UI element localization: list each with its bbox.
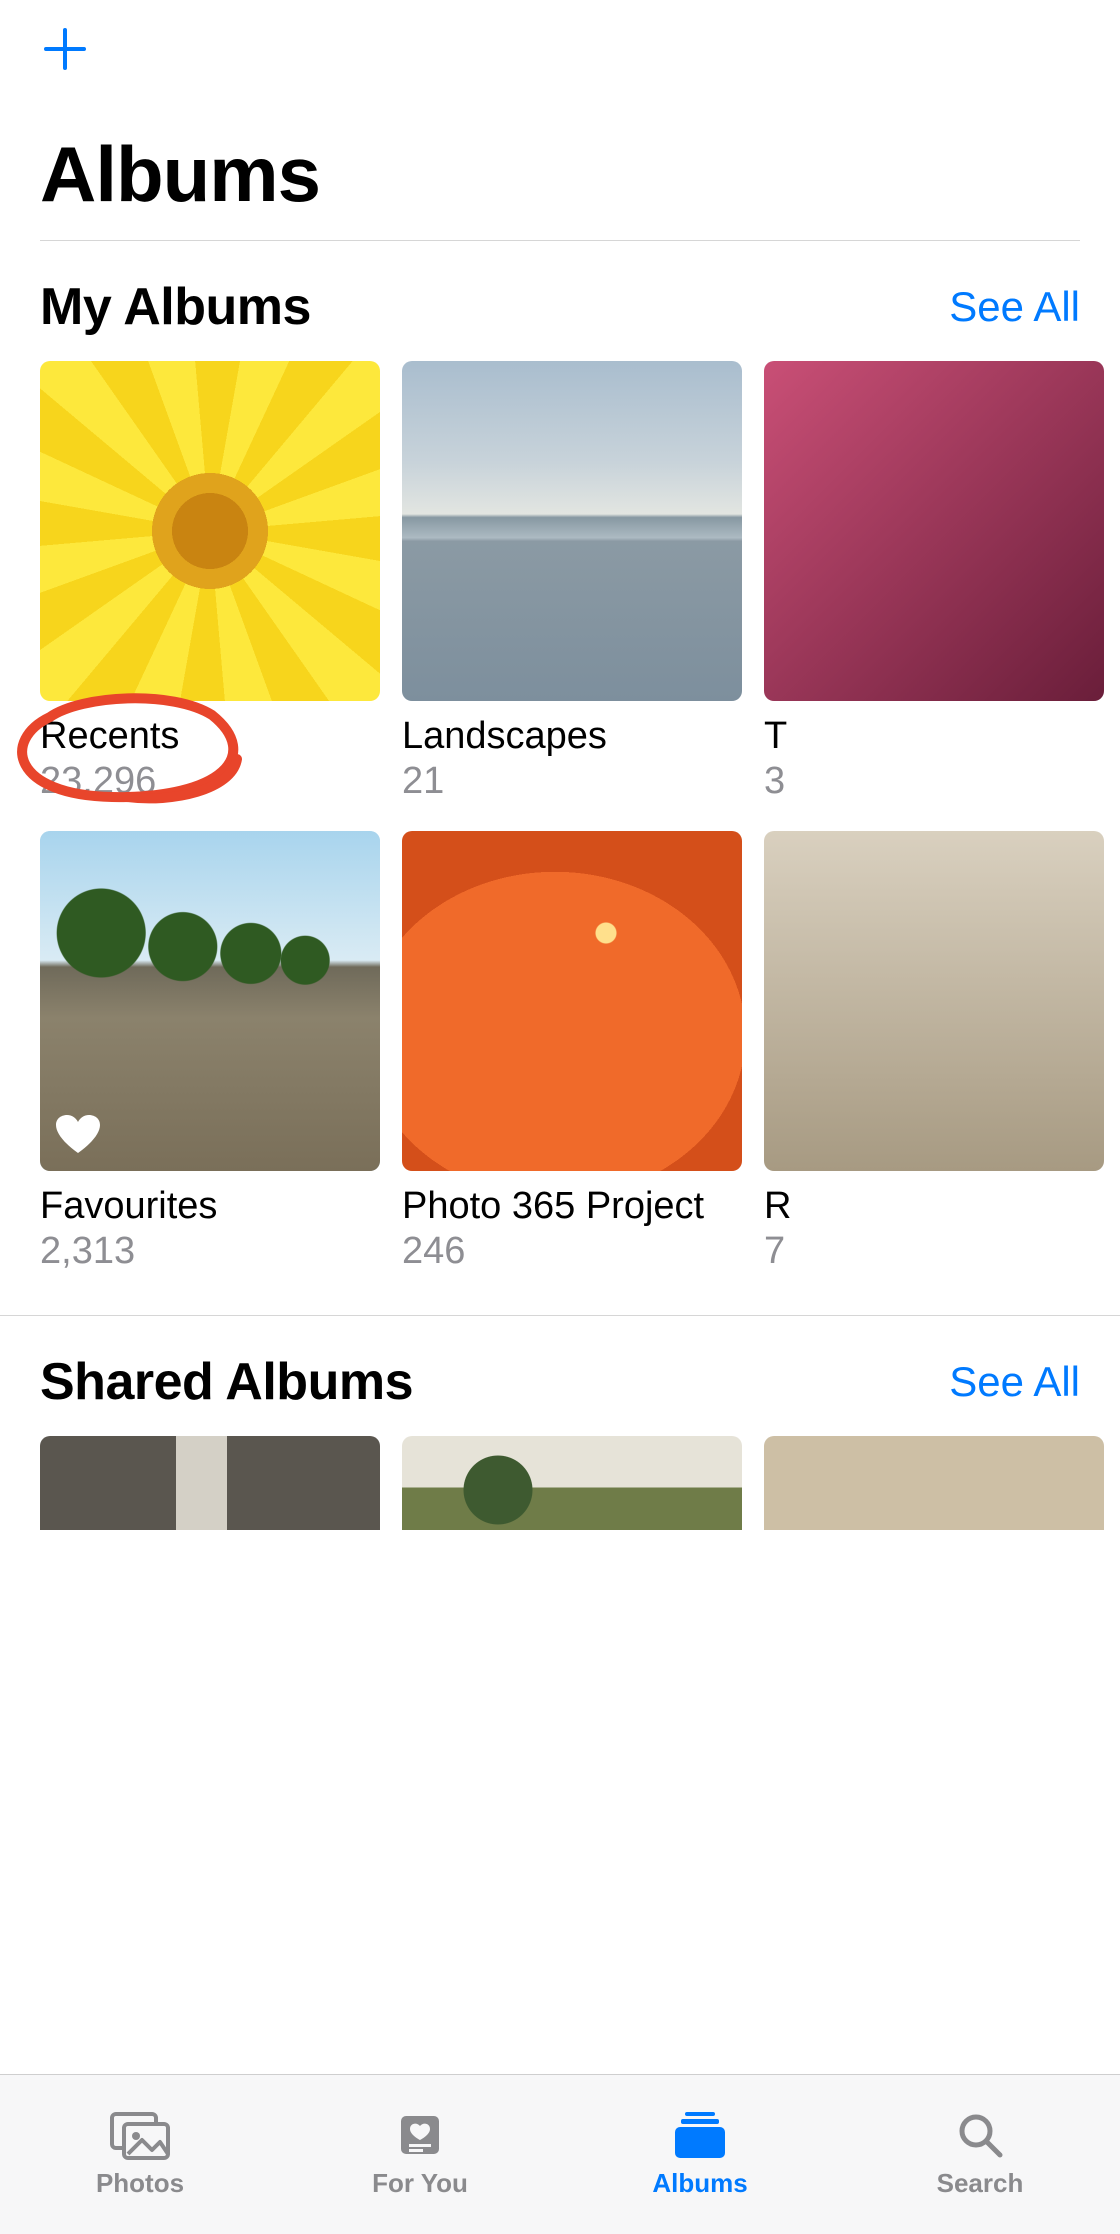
album-name: Favourites <box>40 1185 380 1228</box>
tab-label: Albums <box>652 2168 747 2199</box>
album-row: Favourites 2,313 Photo 365 Project 246 R… <box>40 831 1120 1273</box>
albums-icon <box>671 2110 729 2160</box>
heart-icon <box>56 1115 100 1155</box>
album-thumbnail <box>40 361 380 701</box>
shared-albums-see-all[interactable]: See All <box>949 1358 1080 1406</box>
my-albums-section: My Albums See All Recents 23,296 Landsca… <box>0 241 1120 1273</box>
album-count: 7 <box>764 1230 1104 1273</box>
album-partial[interactable]: R 7 <box>764 831 1104 1273</box>
album-name: Landscapes <box>402 715 742 758</box>
album-count: 21 <box>402 760 742 803</box>
tab-for-you[interactable]: For You <box>320 2110 520 2199</box>
shared-albums-section: Shared Albums See All <box>0 1315 1120 1530</box>
tab-label: For You <box>372 2168 468 2199</box>
album-thumbnail <box>402 831 742 1171</box>
tab-search[interactable]: Search <box>880 2110 1080 2199</box>
page-title: Albums <box>40 129 1080 241</box>
album-favourites[interactable]: Favourites 2,313 <box>40 831 380 1273</box>
album-landscapes[interactable]: Landscapes 21 <box>402 361 742 803</box>
album-count: 246 <box>402 1230 742 1273</box>
shared-album[interactable] <box>764 1436 1104 1530</box>
shared-album-row <box>40 1436 1120 1530</box>
album-name: Recents <box>40 715 380 758</box>
album-thumbnail <box>764 831 1104 1171</box>
tab-photos[interactable]: Photos <box>40 2110 240 2199</box>
album-name: R <box>764 1185 1104 1228</box>
album-count: 3 <box>764 760 1104 803</box>
my-albums-see-all[interactable]: See All <box>949 283 1080 331</box>
album-name: T <box>764 715 1104 758</box>
album-thumbnail <box>764 361 1104 701</box>
album-name: Photo 365 Project <box>402 1185 742 1228</box>
tab-label: Photos <box>96 2168 184 2199</box>
album-row: Recents 23,296 Landscapes 21 T 3 <box>40 361 1120 803</box>
my-albums-title: My Albums <box>40 277 311 337</box>
album-partial[interactable]: T 3 <box>764 361 1104 803</box>
album-thumbnail <box>402 361 742 701</box>
album-count: 23,296 <box>40 760 380 803</box>
album-photo365[interactable]: Photo 365 Project 246 <box>402 831 742 1273</box>
album-thumbnail <box>40 831 380 1171</box>
shared-album[interactable] <box>40 1436 380 1530</box>
search-icon <box>955 2110 1005 2160</box>
shared-albums-title: Shared Albums <box>40 1352 413 1412</box>
add-album-button[interactable] <box>40 24 1080 83</box>
tab-label: Search <box>937 2168 1024 2199</box>
album-recents[interactable]: Recents 23,296 <box>40 361 380 803</box>
tab-albums[interactable]: Albums <box>600 2110 800 2199</box>
tab-bar: Photos For You Albums Search <box>0 2074 1120 2234</box>
photos-icon <box>108 2110 172 2160</box>
album-count: 2,313 <box>40 1230 380 1273</box>
shared-album[interactable] <box>402 1436 742 1530</box>
plus-icon <box>40 24 90 74</box>
foryou-icon <box>395 2110 445 2160</box>
